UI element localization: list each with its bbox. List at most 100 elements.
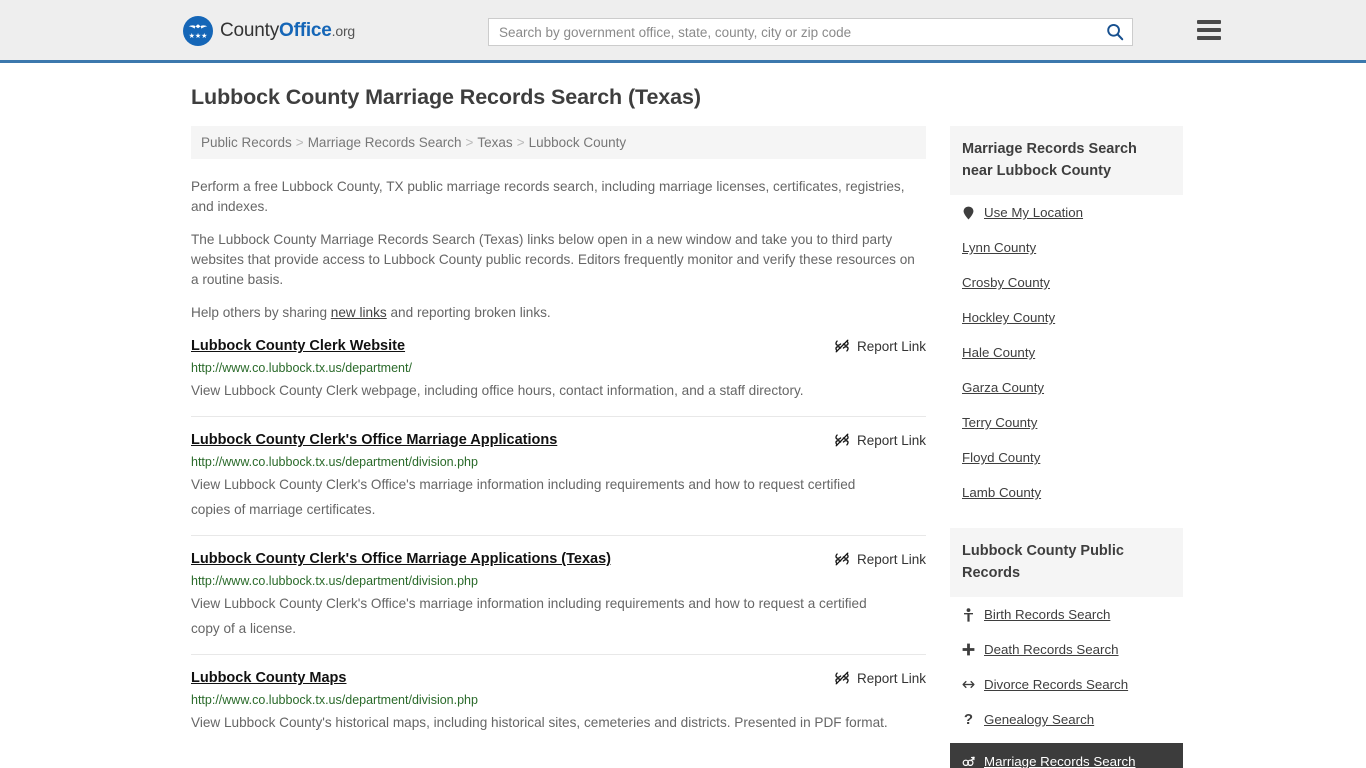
results-list: Lubbock County Clerk Website Report Link xyxy=(191,337,926,748)
sidebar-item-garza-county[interactable]: Garza County xyxy=(950,370,1183,405)
intro-paragraph-1: Perform a free Lubbock County, TX public… xyxy=(191,179,905,214)
sidebar-link-label[interactable]: Lamb County xyxy=(962,485,1041,500)
stars-glyph: ★★★ xyxy=(188,33,208,40)
breadcrumb-separator-0: > xyxy=(295,135,304,150)
breadcrumb-item-0[interactable]: Public Records xyxy=(201,135,292,150)
search-bar[interactable] xyxy=(488,18,1133,46)
hamburger-menu-icon[interactable] xyxy=(1197,20,1221,40)
result-description: View Lubbock County Clerk webpage, inclu… xyxy=(191,383,804,398)
sidebar-link-label[interactable]: Hockley County xyxy=(962,310,1055,325)
result-description: View Lubbock County Clerk's Office's mar… xyxy=(191,477,856,517)
sidebar: Marriage Records Search near Lubbock Cou… xyxy=(950,126,1183,768)
result-header: Lubbock County Clerk's Office Marriage A… xyxy=(191,431,926,449)
report-link-label: Report Link xyxy=(856,670,926,686)
report-link-button[interactable]: Report Link xyxy=(834,551,926,567)
sidebar-link-label[interactable]: Death Records Search xyxy=(984,642,1119,657)
sidebar-item-death-records-search[interactable]: Death Records Search xyxy=(950,632,1183,667)
question-mark-icon: ? xyxy=(963,710,974,728)
broken-link-icon xyxy=(835,339,849,353)
logo-text-office: Office xyxy=(279,20,332,41)
sidebar-link-label[interactable]: Hale County xyxy=(962,345,1035,360)
sidebar-link-label[interactable]: Crosby County xyxy=(962,275,1050,290)
sidebar-item-lamb-county[interactable]: Lamb County xyxy=(950,475,1183,510)
result-header: Lubbock County Clerk Website Report Link xyxy=(191,337,926,355)
search-input[interactable] xyxy=(489,19,1098,45)
sidebar-link-label[interactable]: Genealogy Search xyxy=(984,712,1094,727)
sidebar-item-birth-records-search[interactable]: Birth Records Search xyxy=(950,597,1183,632)
sidebar-item-terry-county[interactable]: Terry County xyxy=(950,405,1183,440)
result-url: http://www.co.lubbock.tx.us/department/d… xyxy=(191,455,478,469)
breadcrumb-separator-1: > xyxy=(465,135,474,150)
report-link-button[interactable]: Report Link xyxy=(834,670,926,686)
sidebar-item-hale-county[interactable]: Hale County xyxy=(950,335,1183,370)
breadcrumb-item-2[interactable]: Texas xyxy=(477,135,512,150)
breadcrumb-item-3[interactable]: Lubbock County xyxy=(529,135,627,150)
intro-paragraph-2: The Lubbock County Marriage Records Sear… xyxy=(191,232,915,287)
sidebar-item-crosby-county[interactable]: Crosby County xyxy=(950,265,1183,300)
intro-paragraph-3: Help others by sharing new links and rep… xyxy=(191,303,926,323)
site-header: ★★★ CountyOffice.org xyxy=(0,0,1366,63)
map-pin-icon xyxy=(962,206,975,220)
result-url: http://www.co.lubbock.tx.us/department/ xyxy=(191,361,412,375)
page-container: Lubbock County Marriage Records Search (… xyxy=(183,63,1183,768)
result-title-link[interactable]: Lubbock County Clerk's Office Marriage A… xyxy=(191,431,557,449)
result-title-link[interactable]: Lubbock County Maps xyxy=(191,669,346,687)
sidebar-item-divorce-records-search[interactable]: Divorce Records Search xyxy=(950,667,1183,702)
report-link-label: Report Link xyxy=(856,551,926,567)
result-title-link[interactable]: Lubbock County Clerk Website xyxy=(191,337,405,355)
logo-wordmark: CountyOffice.org xyxy=(220,20,355,42)
cross-icon xyxy=(962,643,975,656)
header-inner: ★★★ CountyOffice.org xyxy=(183,0,1221,60)
breadcrumb: Public Records > Marriage Records Search > T… xyxy=(191,126,926,159)
result-item: Lubbock County Clerk's Office Marriage A… xyxy=(191,550,926,655)
double-arrow-icon xyxy=(962,679,975,690)
result-description: View Lubbock County Clerk's Office's mar… xyxy=(191,596,867,636)
site-logo[interactable]: ★★★ CountyOffice.org xyxy=(183,16,355,46)
sidebar-item-hockley-county[interactable]: Hockley County xyxy=(950,300,1183,335)
sidebar-link-label[interactable]: Birth Records Search xyxy=(984,607,1110,622)
breadcrumb-separator-2: > xyxy=(516,135,525,150)
result-description: View Lubbock County's historical maps, i… xyxy=(191,715,888,730)
result-title-link[interactable]: Lubbock County Clerk's Office Marriage A… xyxy=(191,550,611,568)
report-link-button[interactable]: Report Link xyxy=(834,432,926,448)
sidebar-public-records-title: Lubbock County Public Records xyxy=(950,528,1183,597)
result-url: http://www.co.lubbock.tx.us/department/d… xyxy=(191,693,478,707)
hamburger-bar-3 xyxy=(1197,36,1221,40)
sidebar-link-label[interactable]: Garza County xyxy=(962,380,1044,395)
sidebar-item-marriage-records-search[interactable]: Marriage Records Search xyxy=(950,743,1183,768)
sidebar-link-label[interactable]: Lynn County xyxy=(962,240,1036,255)
sidebar-item-lynn-county[interactable]: Lynn County xyxy=(950,230,1183,265)
sidebar-item-use-my-location[interactable]: Use My Location xyxy=(950,195,1183,230)
content-columns: Public Records > Marriage Records Search > T… xyxy=(183,126,1183,768)
sidebar-item-genealogy-search[interactable]: ? Genealogy Search xyxy=(950,702,1183,737)
broken-link-icon xyxy=(835,433,849,447)
logo-text-org: .org xyxy=(331,23,356,39)
broken-link-icon xyxy=(835,671,849,685)
result-header: Lubbock County Clerk's Office Marriage A… xyxy=(191,550,926,568)
breadcrumb-item-1[interactable]: Marriage Records Search xyxy=(308,135,462,150)
intro-p3-after: and reporting broken links. xyxy=(386,305,551,320)
result-item: Lubbock County Maps Report Link http://w… xyxy=(191,669,926,748)
search-icon xyxy=(1107,23,1124,41)
sidebar-link-label[interactable]: Marriage Records Search xyxy=(984,754,1136,768)
sidebar-link-label[interactable]: Floyd County xyxy=(962,450,1040,465)
sidebar-item-floyd-county[interactable]: Floyd County xyxy=(950,440,1183,475)
new-links-link[interactable]: new links xyxy=(331,305,387,320)
sidebar-nearby-list: Use My Location Lynn County Crosby Count… xyxy=(950,195,1183,510)
broken-link-icon xyxy=(835,552,849,566)
eagle-shield-icon: ★★★ xyxy=(183,16,213,46)
report-link-button[interactable]: Report Link xyxy=(834,338,926,354)
sidebar-link-label[interactable]: Divorce Records Search xyxy=(984,677,1128,692)
intro-p3-before: Help others by sharing xyxy=(191,305,331,320)
hamburger-bar-1 xyxy=(1197,20,1221,24)
sidebar-link-label[interactable]: Terry County xyxy=(962,415,1037,430)
search-button[interactable] xyxy=(1098,19,1132,45)
gender-symbols-icon xyxy=(962,755,975,768)
page-title: Lubbock County Marriage Records Search (… xyxy=(191,85,701,109)
sidebar-nearby-title: Marriage Records Search near Lubbock Cou… xyxy=(950,126,1183,195)
sidebar-link-label[interactable]: Use My Location xyxy=(984,205,1083,220)
report-link-label: Report Link xyxy=(856,432,926,448)
eagle-glyph xyxy=(188,24,208,29)
result-url: http://www.co.lubbock.tx.us/department/d… xyxy=(191,574,478,588)
